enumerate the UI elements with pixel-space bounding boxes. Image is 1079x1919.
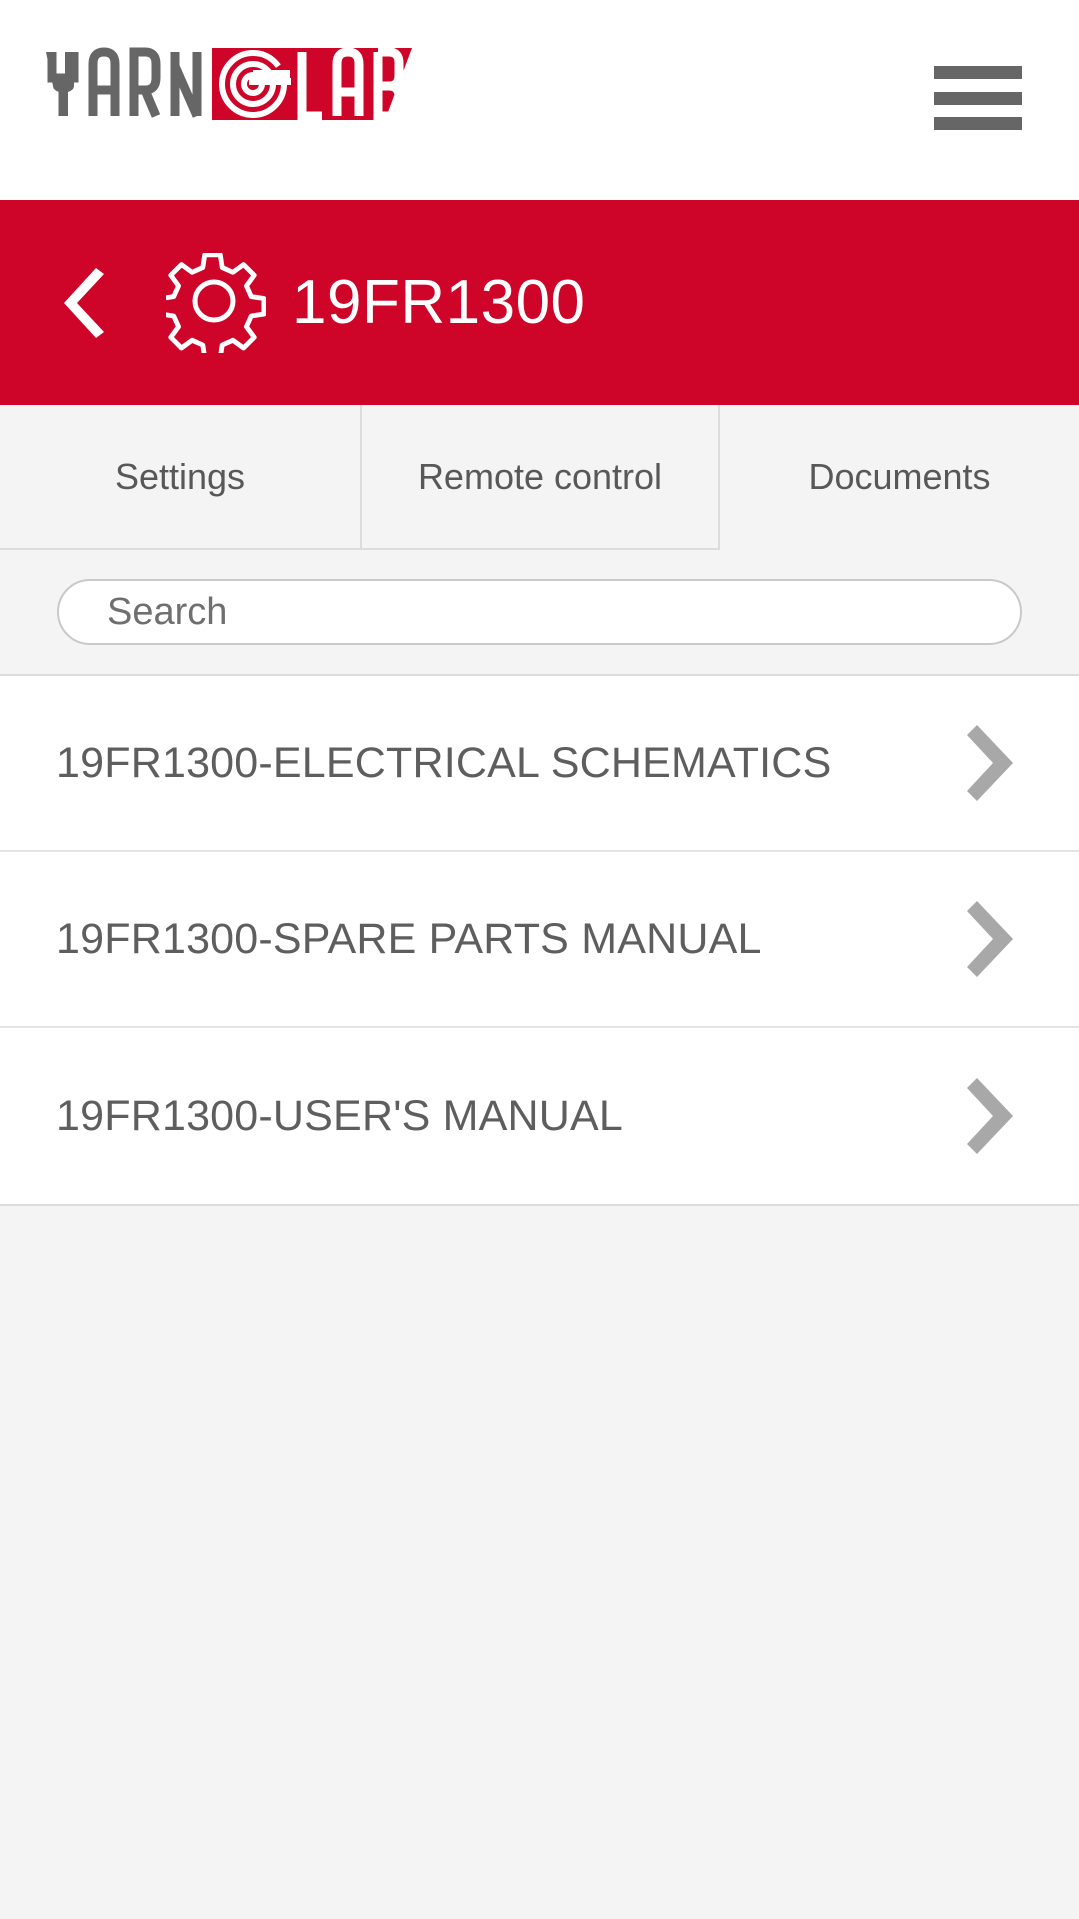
list-item[interactable]: 19FR1300-ELECTRICAL SCHEMATICS xyxy=(0,676,1079,852)
document-list: 19FR1300-ELECTRICAL SCHEMATICS 19FR1300-… xyxy=(0,676,1079,1206)
hamburger-bar xyxy=(934,117,1022,130)
hamburger-bar xyxy=(934,66,1022,79)
top-bar xyxy=(0,0,1079,200)
tab-documents[interactable]: Documents xyxy=(720,405,1079,550)
document-title: 19FR1300-ELECTRICAL SCHEMATICS xyxy=(56,738,832,787)
document-title: 19FR1300-USER'S MANUAL xyxy=(56,1091,624,1140)
tab-label: Settings xyxy=(114,455,246,497)
chevron-right-icon[interactable] xyxy=(967,1078,1019,1154)
tab-remote-control[interactable]: Remote control xyxy=(360,405,720,550)
page-title: 19FR1300 xyxy=(292,268,586,337)
search-input[interactable] xyxy=(57,579,1022,645)
tab-label: Documents xyxy=(808,455,991,497)
app-root: 19FR1300 Settings Remote control Documen… xyxy=(0,0,1079,1919)
back-icon[interactable] xyxy=(64,267,110,338)
list-item[interactable]: 19FR1300-USER'S MANUAL xyxy=(0,1028,1079,1204)
tab-label: Remote control xyxy=(417,455,663,497)
list-item[interactable]: 19FR1300-SPARE PARTS MANUAL xyxy=(0,852,1079,1028)
chevron-right-icon[interactable] xyxy=(967,725,1019,801)
gear-icon xyxy=(166,252,266,353)
search-bar xyxy=(0,550,1079,676)
tab-settings[interactable]: Settings xyxy=(0,405,360,550)
chevron-right-icon[interactable] xyxy=(967,901,1019,977)
document-title: 19FR1300-SPARE PARTS MANUAL xyxy=(56,914,762,963)
content-empty-area xyxy=(0,1206,1079,1919)
tab-bar: Settings Remote control Documents xyxy=(0,405,1079,550)
hamburger-bar xyxy=(934,91,1022,105)
yarnlab-logo[interactable] xyxy=(44,44,414,124)
hamburger-menu-icon[interactable] xyxy=(934,62,1022,134)
machine-header: 19FR1300 xyxy=(0,200,1079,405)
